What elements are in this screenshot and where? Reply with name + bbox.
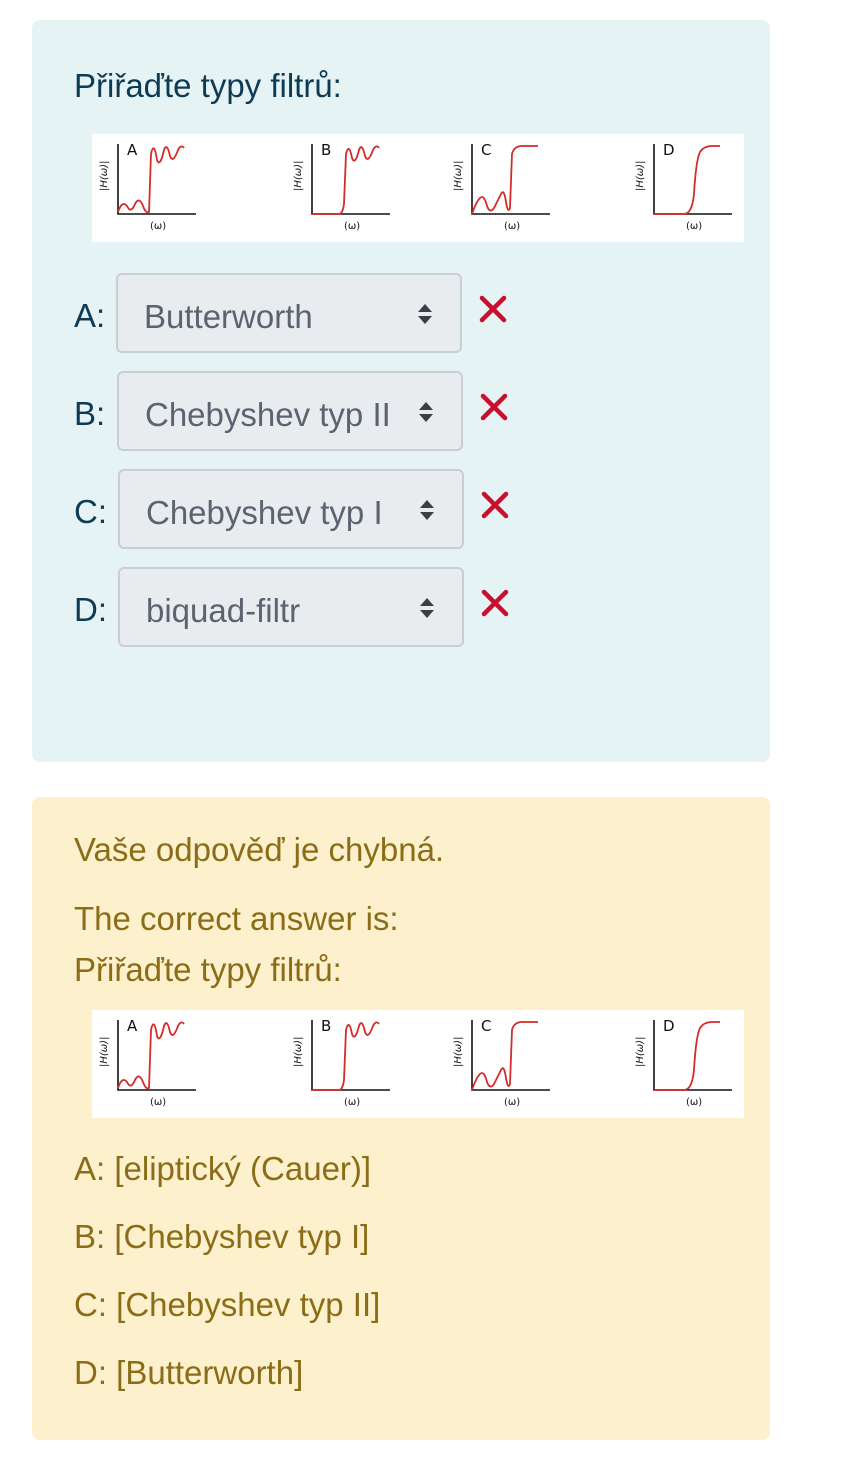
y-axis-label: |H(ω)| xyxy=(453,1037,464,1067)
panel-label: D xyxy=(663,1017,675,1035)
filter-response-figure: |H(ω)| (ω) A |H(ω)| (ω) B |H(ω)| (ω) C |H(ω)| (ω) D xyxy=(92,134,744,242)
x-axis-label: (ω) xyxy=(686,1097,702,1108)
x-axis-label: (ω) xyxy=(150,221,166,232)
select-arrows-icon xyxy=(418,498,436,527)
select-value-b: Chebyshev typ II xyxy=(145,396,391,433)
feedback-panel: Vaše odpověď je chybná. The correct answ… xyxy=(32,797,770,1440)
y-axis-label: |H(ω)| xyxy=(293,161,304,191)
filter-response-figure: |H(ω)| (ω) A |H(ω)| (ω) B |H(ω)| (ω) C |H(ω)| (ω) D xyxy=(92,1010,744,1118)
row-label-a: A: xyxy=(74,297,106,334)
panel-label: A xyxy=(127,141,138,159)
filter-panel-c: |H(ω)| (ω) C xyxy=(453,141,550,232)
y-axis-label: |H(ω)| xyxy=(99,161,110,191)
question-panel: Přiřaďte typy filtrů: |H(ω)| (ω) A |H(ω)| (ω… xyxy=(32,20,770,762)
panel-label: C xyxy=(481,141,491,159)
filter-panel-d: |H(ω)| (ω) D xyxy=(635,1017,732,1108)
panel-label: A xyxy=(127,1017,138,1035)
row-label-d: D: xyxy=(74,591,107,628)
feedback-prompt: Přiřaďte typy filtrů: xyxy=(74,951,342,988)
correct-answer-c: C: [Chebyshev typ II] xyxy=(74,1286,381,1323)
filter-panel-d: |H(ω)| (ω) D xyxy=(635,141,732,232)
panel-label: C xyxy=(481,1017,491,1035)
select-value-a: Butterworth xyxy=(144,298,313,335)
question-prompt: Přiřaďte typy filtrů: xyxy=(74,67,342,104)
y-axis-label: |H(ω)| xyxy=(293,1037,304,1067)
correct-answer-b: B: [Chebyshev typ I] xyxy=(74,1218,370,1255)
incorrect-cross-icon xyxy=(479,489,511,521)
x-axis-label: (ω) xyxy=(686,221,702,232)
filter-panel-c: |H(ω)| (ω) C xyxy=(453,1017,550,1108)
filter-panel-b: |H(ω)| (ω) B xyxy=(293,1017,390,1108)
panel-label: D xyxy=(663,141,675,159)
x-axis-label: (ω) xyxy=(504,221,520,232)
filter-type-select-c[interactable]: Chebyshev typ I xyxy=(118,469,464,549)
y-axis-label: |H(ω)| xyxy=(99,1037,110,1067)
x-axis-label: (ω) xyxy=(344,1097,360,1108)
select-arrows-icon xyxy=(416,302,434,331)
y-axis-label: |H(ω)| xyxy=(635,161,646,191)
panel-label: B xyxy=(321,1017,331,1035)
y-axis-label: |H(ω)| xyxy=(635,1037,646,1067)
correct-answer-d: D: [Butterworth] xyxy=(74,1354,304,1391)
filter-type-select-b[interactable]: Chebyshev typ II xyxy=(117,371,463,451)
y-axis-label: |H(ω)| xyxy=(453,161,464,191)
x-axis-label: (ω) xyxy=(504,1097,520,1108)
row-label-c: C: xyxy=(74,493,107,530)
filter-panel-a: |H(ω)| (ω) A xyxy=(99,141,196,232)
correct-answer-intro: The correct answer is: xyxy=(74,900,399,937)
panel-label: B xyxy=(321,141,331,159)
filter-panel-b: |H(ω)| (ω) B xyxy=(293,141,390,232)
x-axis-label: (ω) xyxy=(150,1097,166,1108)
x-axis-label: (ω) xyxy=(344,221,360,232)
filter-type-select-d[interactable]: biquad-filtr xyxy=(118,567,464,647)
correct-answer-a: A: [eliptický (Cauer)] xyxy=(74,1150,372,1187)
incorrect-cross-icon xyxy=(479,587,511,619)
row-label-b: B: xyxy=(74,395,106,432)
select-arrows-icon xyxy=(418,596,436,625)
incorrect-cross-icon xyxy=(478,391,510,423)
select-value-c: Chebyshev typ I xyxy=(146,494,383,531)
incorrect-cross-icon xyxy=(477,293,509,325)
select-arrows-icon xyxy=(417,400,435,429)
feedback-verdict: Vaše odpověď je chybná. xyxy=(74,831,445,868)
filter-type-select-a[interactable]: Butterworth xyxy=(116,273,462,353)
filter-panel-a: |H(ω)| (ω) A xyxy=(99,1017,196,1108)
select-value-d: biquad-filtr xyxy=(146,592,301,629)
